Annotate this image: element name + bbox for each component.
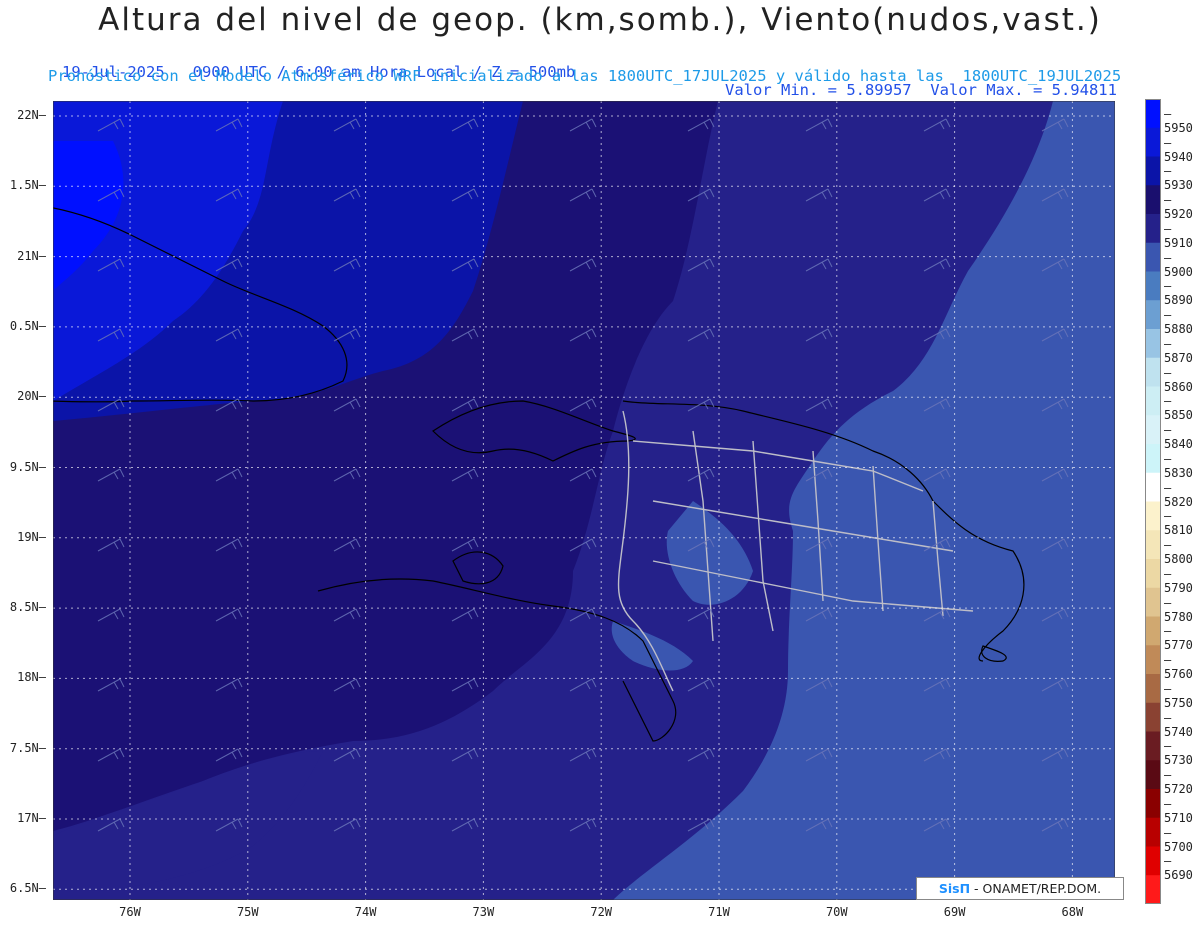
colorbar-label: –5940 xyxy=(1164,135,1193,164)
lat-label: 18N– xyxy=(17,670,46,685)
lon-label: 74W xyxy=(354,905,377,919)
colorbar-swatch xyxy=(1145,156,1161,186)
lat-label: 21N– xyxy=(17,248,46,263)
geopotential-map xyxy=(53,101,1115,900)
lat-label: 0.5N– xyxy=(9,318,46,333)
colorbar-swatch xyxy=(1145,674,1161,704)
colorbar-swatch xyxy=(1145,242,1161,272)
colorbar-swatch xyxy=(1145,530,1161,560)
colorbar-label: –5860 xyxy=(1164,365,1193,394)
lat-label: 19N– xyxy=(17,529,46,544)
lon-label: 68W xyxy=(1061,905,1084,919)
credit-box: SisΠ - ONAMET/REP.DOM. xyxy=(916,877,1124,900)
colorbar-swatch xyxy=(1145,214,1161,244)
lon-label: 73W xyxy=(472,905,495,919)
colorbar-swatch xyxy=(1145,616,1161,646)
colorbar-label: –5690 xyxy=(1164,854,1193,883)
colorbar-swatch xyxy=(1145,99,1161,129)
lon-label: 72W xyxy=(590,905,613,919)
colorbar-label: –5920 xyxy=(1164,193,1193,221)
lon-label: 71W xyxy=(708,905,730,919)
lat-label: 17N– xyxy=(17,811,46,825)
colorbar-label: –5780 xyxy=(1164,595,1193,624)
lat-label: 9.5N– xyxy=(9,459,46,474)
colorbar-swatch xyxy=(1145,731,1161,761)
lat-label: 6.5N– xyxy=(9,881,46,896)
colorbar-swatch xyxy=(1145,444,1161,474)
colorbar-swatch xyxy=(1145,329,1161,359)
colorbar-label: –5730 xyxy=(1164,739,1193,768)
colorbar-label: –5840 xyxy=(1164,423,1193,451)
lat-label: 20N– xyxy=(17,389,46,404)
credit-text: - ONAMET/REP.DOM. xyxy=(974,881,1102,896)
colorbar-label: –5830 xyxy=(1164,451,1193,480)
model-info: Pronóstico con el Modelo Atmosférico WRF… xyxy=(48,67,1122,85)
lat-label: 8.5N– xyxy=(9,600,46,615)
lon-label: 75W xyxy=(236,905,259,919)
colorbar-label: –5910 xyxy=(1164,221,1193,250)
colorbar-label: –5810 xyxy=(1164,509,1193,538)
colorbar-swatch xyxy=(1145,875,1161,904)
colorbar-label: –5790 xyxy=(1164,566,1193,595)
colorbar-swatch xyxy=(1145,760,1161,790)
colorbar-label: –5880 xyxy=(1164,308,1193,336)
colorbar-label: –5700 xyxy=(1164,825,1193,854)
colorbar-label: –5800 xyxy=(1164,538,1193,566)
lat-label: 7.5N– xyxy=(9,740,46,755)
colorbar-swatch xyxy=(1145,357,1161,387)
colorbar-swatch xyxy=(1145,559,1161,589)
colorbar-swatch xyxy=(1145,271,1161,301)
colorbar-swatch xyxy=(1145,789,1161,819)
colorbar xyxy=(1145,99,1161,904)
colorbar-label: –5900 xyxy=(1164,250,1193,279)
lon-label: 69W xyxy=(943,905,966,919)
colorbar-label: –5720 xyxy=(1164,768,1193,796)
colorbar-swatch xyxy=(1145,846,1161,876)
colorbar-swatch xyxy=(1145,587,1161,617)
colorbar-label: –5710 xyxy=(1164,796,1193,825)
lat-label: 1.5N– xyxy=(9,178,46,193)
colorbar-swatch xyxy=(1145,501,1161,531)
colorbar-swatch xyxy=(1145,472,1161,502)
colorbar-label: –5870 xyxy=(1164,336,1193,365)
colorbar-label: –5890 xyxy=(1164,279,1193,308)
lon-label: 70W xyxy=(825,905,848,919)
colorbar-swatch xyxy=(1145,300,1161,330)
colorbar-swatch xyxy=(1145,415,1161,445)
colorbar-label: –5760 xyxy=(1164,653,1193,681)
colorbar-label: –5820 xyxy=(1164,480,1193,509)
colorbar-label: –5850 xyxy=(1164,394,1193,423)
colorbar-swatch xyxy=(1145,386,1161,416)
colorbar-swatch xyxy=(1145,645,1161,675)
colorbar-label: –5740 xyxy=(1164,710,1193,739)
colorbar-swatch xyxy=(1145,127,1161,157)
colorbar-swatch xyxy=(1145,702,1161,732)
colorbar-label: –5770 xyxy=(1164,624,1193,653)
colorbar-swatch xyxy=(1145,817,1161,847)
colorbar-swatch xyxy=(1145,185,1161,215)
sispi-logo: SisΠ xyxy=(938,881,971,896)
colorbar-label: –5750 xyxy=(1164,681,1193,710)
map-title: Altura del nivel de geop. (km,somb.), Vi… xyxy=(98,2,1102,38)
colorbar-label: –5930 xyxy=(1164,164,1193,193)
lat-label: 22N– xyxy=(17,108,46,122)
lon-label: 76W xyxy=(119,905,141,919)
colorbar-label: –5950 xyxy=(1164,106,1193,135)
